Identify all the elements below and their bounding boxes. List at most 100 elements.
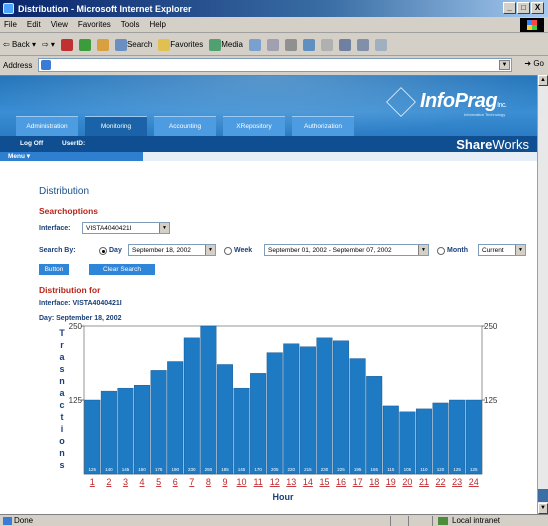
tab-monitoring[interactable]: Monitoring <box>85 116 147 136</box>
window-titlebar: Distribution - Microsoft Internet Explor… <box>0 0 548 17</box>
hour-link[interactable]: 2 <box>106 477 111 487</box>
research-icon[interactable] <box>357 38 369 51</box>
hour-link[interactable]: 17 <box>353 477 363 487</box>
scroll-thumb[interactable] <box>538 489 548 502</box>
y-axis-label-letter: o <box>59 436 65 446</box>
address-input[interactable]: ▼ <box>38 58 512 72</box>
bar-value-label: 185 <box>221 467 229 472</box>
bar-value-label: 190 <box>171 467 179 472</box>
bar <box>366 376 383 475</box>
day-select-value: September 18, 2002 <box>132 247 191 254</box>
discuss-icon[interactable] <box>321 38 333 51</box>
edit-icon[interactable] <box>303 38 315 51</box>
tab-xrepository[interactable]: XRepository <box>223 116 285 136</box>
media-button[interactable]: Media <box>209 38 243 51</box>
hour-link[interactable]: 6 <box>173 477 178 487</box>
hour-link[interactable]: 18 <box>369 477 379 487</box>
bar <box>449 399 466 475</box>
scroll-up-icon[interactable]: ▲ <box>538 75 548 86</box>
refresh-icon[interactable] <box>78 38 91 51</box>
favorites-icon <box>158 38 171 51</box>
menu-view[interactable]: View <box>51 20 68 29</box>
forward-button[interactable]: ⇨ ▾ <box>42 40 55 49</box>
tab-authorization[interactable]: Authorization <box>292 116 354 136</box>
day-radio[interactable] <box>99 247 107 255</box>
tab-accounting[interactable]: Accounting <box>154 116 216 136</box>
hour-link[interactable]: 1 <box>90 477 95 487</box>
y-axis-label-letter: a <box>59 352 65 362</box>
hour-link[interactable]: 19 <box>386 477 396 487</box>
log-off-link[interactable]: Log Off <box>20 140 43 147</box>
hour-link[interactable]: 15 <box>319 477 329 487</box>
address-label: Address <box>3 60 33 70</box>
month-select[interactable]: Current ▼ <box>478 244 526 256</box>
menu-file[interactable]: File <box>4 20 17 29</box>
month-radio[interactable] <box>437 247 445 255</box>
zone-indicator: Local intranet <box>436 516 500 525</box>
favorites-button[interactable]: Favorites <box>158 38 203 51</box>
hour-link[interactable]: 24 <box>469 477 479 487</box>
interface-select[interactable]: VISTA4040421I ▼ <box>82 222 170 234</box>
go-button[interactable]: ➜ Go <box>524 59 544 68</box>
home-icon[interactable] <box>96 38 109 51</box>
maximize-button[interactable]: □ <box>517 2 530 14</box>
menu-button[interactable]: Menu ▾ <box>0 152 143 161</box>
page-title: Distribution <box>39 186 90 197</box>
hour-link[interactable]: 3 <box>123 477 128 487</box>
day-select[interactable]: September 18, 2002 ▼ <box>128 244 216 256</box>
bar <box>333 340 350 475</box>
hour-link[interactable]: 20 <box>402 477 412 487</box>
scroll-down-icon[interactable]: ▼ <box>538 503 548 514</box>
search-options-title: Searchoptions <box>39 206 99 216</box>
bar-value-label: 125 <box>89 467 97 472</box>
week-select[interactable]: September 01, 2002 - September 07, 2002 … <box>264 244 429 256</box>
y-tick-label-right: 125 <box>484 396 498 405</box>
hour-link[interactable]: 5 <box>156 477 161 487</box>
clear-search-button[interactable]: Clear Search <box>89 264 155 275</box>
print-icon[interactable] <box>285 38 297 51</box>
messenger-icon[interactable] <box>339 38 351 51</box>
menu-favorites[interactable]: Favorites <box>78 20 111 29</box>
hour-link[interactable]: 13 <box>286 477 296 487</box>
site-header: InfoPragInc. Information Technology Admi… <box>0 76 537 136</box>
search-icon <box>114 38 127 51</box>
y-axis-label-letter: r <box>60 340 64 350</box>
y-tick-label-right: 250 <box>484 322 498 331</box>
close-button[interactable]: X <box>531 2 544 14</box>
menu-edit[interactable]: Edit <box>27 20 41 29</box>
interface-label: Interface: <box>39 225 71 232</box>
hour-link[interactable]: 11 <box>253 477 262 487</box>
search-button[interactable]: Search <box>114 38 152 51</box>
hour-link[interactable]: 23 <box>452 477 462 487</box>
hour-link[interactable]: 9 <box>222 477 227 487</box>
stop-icon[interactable] <box>60 38 73 51</box>
hour-link[interactable]: 22 <box>436 477 446 487</box>
user-icon[interactable] <box>375 38 387 51</box>
ie-icon <box>3 3 14 14</box>
hour-link[interactable]: 14 <box>303 477 313 487</box>
y-axis-label-letter: n <box>59 376 65 386</box>
week-radio[interactable] <box>224 247 232 255</box>
mail-icon[interactable] <box>267 38 279 51</box>
x-axis-label: Hour <box>273 492 294 502</box>
hour-link[interactable]: 8 <box>206 477 211 487</box>
hour-link[interactable]: 12 <box>270 477 280 487</box>
back-button[interactable]: ⇦ Back ▾ <box>3 40 36 49</box>
minimize-button[interactable]: _ <box>503 2 516 14</box>
hour-link[interactable]: 21 <box>419 477 429 487</box>
hour-link[interactable]: 7 <box>189 477 194 487</box>
logo-subtitle: Information Technology <box>464 112 506 117</box>
vertical-scrollbar[interactable]: ▲ ▼ <box>537 75 548 514</box>
address-dropdown-icon[interactable]: ▼ <box>499 60 510 70</box>
tab-administration[interactable]: Administration <box>16 116 78 136</box>
hour-link[interactable]: 4 <box>140 477 145 487</box>
hour-link[interactable]: 16 <box>336 477 346 487</box>
hour-link[interactable]: 10 <box>237 477 247 487</box>
submit-button[interactable]: Button <box>39 264 69 275</box>
menu-tools[interactable]: Tools <box>121 20 140 29</box>
history-icon[interactable] <box>249 38 261 51</box>
status-separator <box>432 516 433 526</box>
menu-help[interactable]: Help <box>149 20 165 29</box>
window-title: Distribution - Microsoft Internet Explor… <box>18 3 192 14</box>
distribution-chart: 125 125 250 250 125 1 140 2 145 3 150 4 175 5 190 6 230 7… <box>59 322 498 502</box>
